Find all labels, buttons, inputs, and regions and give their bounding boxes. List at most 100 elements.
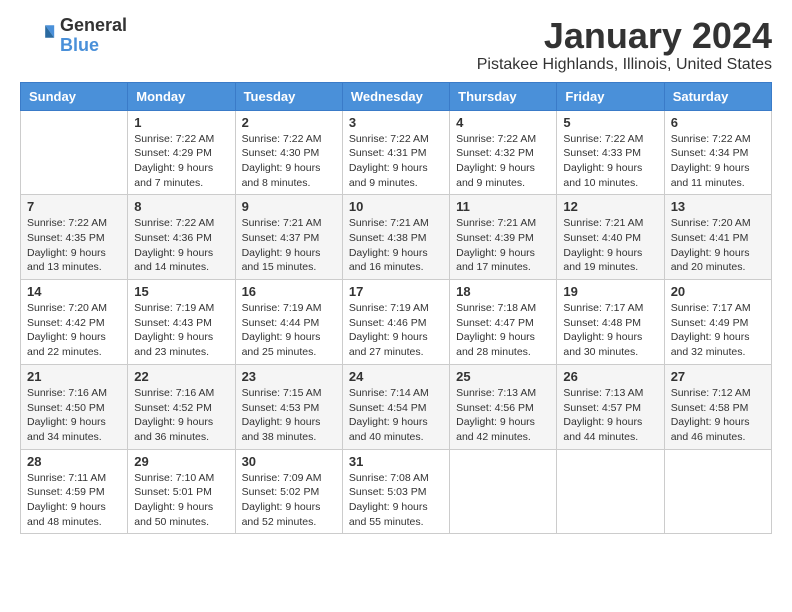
day-number: 19: [563, 284, 657, 299]
calendar-day-cell: 10 Sunrise: 7:21 AMSunset: 4:38 PMDayligh…: [342, 195, 449, 280]
calendar-day-cell: 22 Sunrise: 7:16 AMSunset: 4:52 PMDayligh…: [128, 364, 235, 449]
day-number: 4: [456, 115, 550, 130]
day-number: 6: [671, 115, 765, 130]
day-number: 9: [242, 199, 336, 214]
calendar-day-cell: 5 Sunrise: 7:22 AMSunset: 4:33 PMDaylight…: [557, 110, 664, 195]
location: Pistakee Highlands, Illinois, United Sta…: [477, 56, 772, 74]
day-number: 25: [456, 369, 550, 384]
day-number: 2: [242, 115, 336, 130]
day-number: 24: [349, 369, 443, 384]
calendar-day-cell: 8 Sunrise: 7:22 AMSunset: 4:36 PMDaylight…: [128, 195, 235, 280]
day-info: Sunrise: 7:22 AMSunset: 4:30 PMDaylight:…: [242, 132, 336, 191]
day-number: 15: [134, 284, 228, 299]
day-number: 28: [27, 454, 121, 469]
day-info: Sunrise: 7:18 AMSunset: 4:47 PMDaylight:…: [456, 301, 550, 360]
calendar-week-row: 14 Sunrise: 7:20 AMSunset: 4:42 PMDayligh…: [21, 280, 772, 365]
weekday-header-cell: Monday: [128, 82, 235, 110]
day-info: Sunrise: 7:22 AMSunset: 4:29 PMDaylight:…: [134, 132, 228, 191]
calendar-day-cell: 13Sunrise: 7:20 AMSunset: 4:41 PMDayligh…: [664, 195, 771, 280]
calendar-day-cell: [21, 110, 128, 195]
calendar-day-cell: 17Sunrise: 7:19 AMSunset: 4:46 PMDayligh…: [342, 280, 449, 365]
calendar-day-cell: 12Sunrise: 7:21 AMSunset: 4:40 PMDayligh…: [557, 195, 664, 280]
day-info: Sunrise: 7:20 AMSunset: 4:42 PMDaylight:…: [27, 301, 121, 360]
calendar-day-cell: 21 Sunrise: 7:16 AMSunset: 4:50 PMDayligh…: [21, 364, 128, 449]
calendar-day-cell: 24 Sunrise: 7:14 AMSunset: 4:54 PMDayligh…: [342, 364, 449, 449]
day-info: Sunrise: 7:19 AMSunset: 4:44 PMDaylight:…: [242, 301, 336, 360]
day-number: 8: [134, 199, 228, 214]
day-info: Sunrise: 7:22 AMSunset: 4:35 PMDaylight:…: [27, 216, 121, 275]
calendar-day-cell: 26 Sunrise: 7:13 AMSunset: 4:57 PMDayligh…: [557, 364, 664, 449]
calendar-day-cell: [664, 449, 771, 534]
day-number: 11: [456, 199, 550, 214]
day-number: 7: [27, 199, 121, 214]
day-number: 30: [242, 454, 336, 469]
day-info: Sunrise: 7:13 AMSunset: 4:56 PMDaylight:…: [456, 386, 550, 445]
calendar-day-cell: [557, 449, 664, 534]
day-number: 21: [27, 369, 121, 384]
day-info: Sunrise: 7:12 AMSunset: 4:58 PMDaylight:…: [671, 386, 765, 445]
day-info: Sunrise: 7:10 AMSunset: 5:01 PMDaylight:…: [134, 471, 228, 530]
day-number: 14: [27, 284, 121, 299]
weekday-header-cell: Wednesday: [342, 82, 449, 110]
day-info: Sunrise: 7:22 AMSunset: 4:33 PMDaylight:…: [563, 132, 657, 191]
weekday-header-cell: Thursday: [450, 82, 557, 110]
day-info: Sunrise: 7:22 AMSunset: 4:36 PMDaylight:…: [134, 216, 228, 275]
day-info: Sunrise: 7:15 AMSunset: 4:53 PMDaylight:…: [242, 386, 336, 445]
day-number: 23: [242, 369, 336, 384]
day-info: Sunrise: 7:19 AMSunset: 4:46 PMDaylight:…: [349, 301, 443, 360]
calendar-day-cell: 31 Sunrise: 7:08 AMSunset: 5:03 PMDayligh…: [342, 449, 449, 534]
calendar-day-cell: 3 Sunrise: 7:22 AMSunset: 4:31 PMDaylight…: [342, 110, 449, 195]
calendar-week-row: 28Sunrise: 7:11 AMSunset: 4:59 PMDayligh…: [21, 449, 772, 534]
calendar-week-row: 21 Sunrise: 7:16 AMSunset: 4:50 PMDayligh…: [21, 364, 772, 449]
calendar-day-cell: [450, 449, 557, 534]
calendar-day-cell: 4 Sunrise: 7:22 AMSunset: 4:32 PMDaylight…: [450, 110, 557, 195]
title-block: January 2024 Pistakee Highlands, Illinoi…: [477, 16, 772, 74]
day-number: 18: [456, 284, 550, 299]
day-info: Sunrise: 7:13 AMSunset: 4:57 PMDaylight:…: [563, 386, 657, 445]
day-info: Sunrise: 7:22 AMSunset: 4:34 PMDaylight:…: [671, 132, 765, 191]
calendar-day-cell: 27 Sunrise: 7:12 AMSunset: 4:58 PMDayligh…: [664, 364, 771, 449]
day-number: 3: [349, 115, 443, 130]
weekday-header-cell: Sunday: [21, 82, 128, 110]
day-info: Sunrise: 7:17 AMSunset: 4:48 PMDaylight:…: [563, 301, 657, 360]
day-info: Sunrise: 7:21 AMSunset: 4:39 PMDaylight:…: [456, 216, 550, 275]
day-info: Sunrise: 7:16 AMSunset: 4:52 PMDaylight:…: [134, 386, 228, 445]
day-number: 12: [563, 199, 657, 214]
calendar-day-cell: 30Sunrise: 7:09 AMSunset: 5:02 PMDayligh…: [235, 449, 342, 534]
day-number: 20: [671, 284, 765, 299]
calendar-day-cell: 16 Sunrise: 7:19 AMSunset: 4:44 PMDayligh…: [235, 280, 342, 365]
day-number: 29: [134, 454, 228, 469]
weekday-header-cell: Tuesday: [235, 82, 342, 110]
day-info: Sunrise: 7:22 AMSunset: 4:31 PMDaylight:…: [349, 132, 443, 191]
day-info: Sunrise: 7:20 AMSunset: 4:41 PMDaylight:…: [671, 216, 765, 275]
calendar-day-cell: 28Sunrise: 7:11 AMSunset: 4:59 PMDayligh…: [21, 449, 128, 534]
day-number: 31: [349, 454, 443, 469]
day-info: Sunrise: 7:17 AMSunset: 4:49 PMDaylight:…: [671, 301, 765, 360]
calendar-week-row: 7 Sunrise: 7:22 AMSunset: 4:35 PMDaylight…: [21, 195, 772, 280]
day-number: 5: [563, 115, 657, 130]
day-number: 16: [242, 284, 336, 299]
day-info: Sunrise: 7:21 AMSunset: 4:37 PMDaylight:…: [242, 216, 336, 275]
page-header: General Blue January 2024 Pistakee Highl…: [20, 16, 772, 74]
day-info: Sunrise: 7:19 AMSunset: 4:43 PMDaylight:…: [134, 301, 228, 360]
day-number: 22: [134, 369, 228, 384]
day-number: 26: [563, 369, 657, 384]
calendar-week-row: 1 Sunrise: 7:22 AMSunset: 4:29 PMDaylight…: [21, 110, 772, 195]
calendar-day-cell: 2 Sunrise: 7:22 AMSunset: 4:30 PMDaylight…: [235, 110, 342, 195]
day-number: 1: [134, 115, 228, 130]
day-number: 27: [671, 369, 765, 384]
calendar-day-cell: 6 Sunrise: 7:22 AMSunset: 4:34 PMDaylight…: [664, 110, 771, 195]
calendar-day-cell: 14 Sunrise: 7:20 AMSunset: 4:42 PMDayligh…: [21, 280, 128, 365]
weekday-header-cell: Saturday: [664, 82, 771, 110]
calendar-day-cell: 18 Sunrise: 7:18 AMSunset: 4:47 PMDayligh…: [450, 280, 557, 365]
calendar-day-cell: 1 Sunrise: 7:22 AMSunset: 4:29 PMDaylight…: [128, 110, 235, 195]
day-info: Sunrise: 7:08 AMSunset: 5:03 PMDaylight:…: [349, 471, 443, 530]
logo-icon: [20, 18, 56, 54]
calendar-day-cell: 19 Sunrise: 7:17 AMSunset: 4:48 PMDayligh…: [557, 280, 664, 365]
day-info: Sunrise: 7:21 AMSunset: 4:38 PMDaylight:…: [349, 216, 443, 275]
day-info: Sunrise: 7:16 AMSunset: 4:50 PMDaylight:…: [27, 386, 121, 445]
calendar-day-cell: 23 Sunrise: 7:15 AMSunset: 4:53 PMDayligh…: [235, 364, 342, 449]
day-number: 10: [349, 199, 443, 214]
day-info: Sunrise: 7:22 AMSunset: 4:32 PMDaylight:…: [456, 132, 550, 191]
day-info: Sunrise: 7:14 AMSunset: 4:54 PMDaylight:…: [349, 386, 443, 445]
